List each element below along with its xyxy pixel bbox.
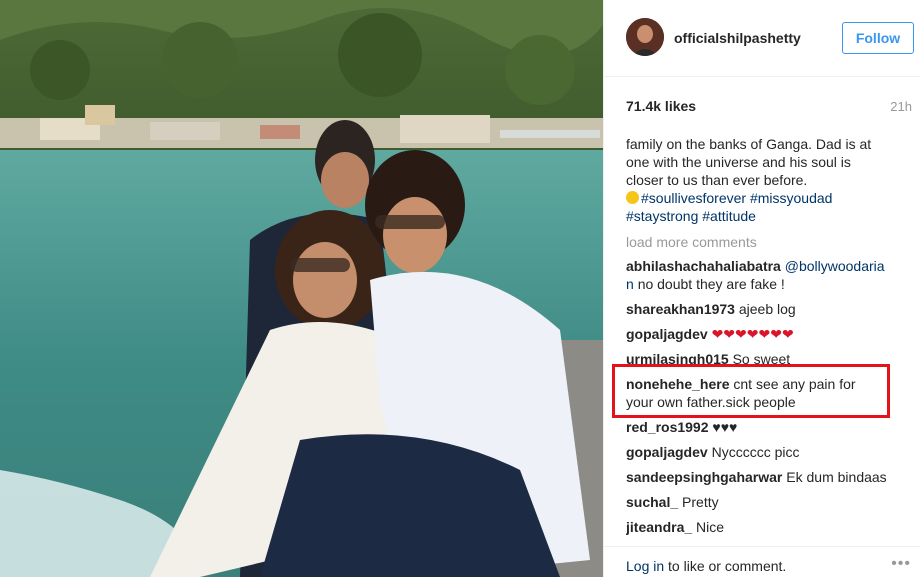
caption-hashtags: #soullivesforever #missyoudad [626, 189, 901, 207]
comment-item: jiteandra_ Nice [626, 518, 911, 536]
post-footer: Log in to like or comment. ••• [604, 546, 920, 577]
comment-username[interactable]: sandeepsinghgaharwar [626, 469, 782, 485]
comment-text: ♥♥♥ [712, 419, 738, 435]
ellipsis-icon[interactable]: ••• [891, 555, 911, 573]
comment-username[interactable]: jiteandra_ [626, 519, 692, 535]
caption: family on the banks of Ganga. Dad is at … [626, 135, 901, 224]
post-photo [0, 0, 603, 577]
login-prompt-text: to like or comment. [664, 558, 787, 574]
caption-line: one with the universe and his soul is [626, 154, 851, 170]
follow-button[interactable]: Follow [842, 22, 914, 54]
comment-item: suchal_ Pretty [626, 493, 911, 511]
avatar[interactable] [626, 18, 664, 56]
smiley-emoji-icon [626, 191, 639, 204]
comments-list[interactable]: family on the banks of Ganga. Dad is at … [626, 114, 911, 544]
mention-link[interactable]: @bollywoodaria [785, 258, 885, 274]
comment-username[interactable]: gopaljagdev [626, 444, 708, 460]
hashtag-link[interactable]: #staystrong #attitude [626, 207, 901, 224]
comment-text: no doubt they are fake ! [637, 276, 785, 292]
comment-text: ❤❤❤❤❤❤❤ [711, 326, 794, 342]
login-link[interactable]: Log in [626, 558, 664, 574]
login-prompt: Log in to like or comment. [626, 558, 786, 574]
caption-line: family on the banks of Ganga. Dad is at [626, 136, 872, 152]
post-header: officialshilpashetty Follow [604, 0, 920, 77]
comment-text: Nice [696, 519, 725, 535]
comment-username[interactable]: red_ros1992 [626, 419, 709, 435]
comment-text: Pretty [682, 494, 719, 510]
comment-item: shareakhan1973 ajeeb log [626, 300, 911, 318]
post-time: 21h [890, 99, 912, 114]
comment-username[interactable]: shareakhan1973 [626, 301, 735, 317]
comment-item: sandeepsinghgaharwar Ek dum bindaas [626, 468, 911, 486]
comment-username[interactable]: suchal_ [626, 494, 678, 510]
caption-area: family on the banks of Ganga. Dad is at … [626, 114, 911, 224]
mention-link[interactable]: n [626, 276, 634, 292]
hashtag-link[interactable]: #soullivesforever #missyoudad [641, 190, 832, 206]
comment-text: ajeeb log [738, 301, 796, 317]
comment-username[interactable]: gopaljagdev [626, 326, 708, 342]
post-side-panel: officialshilpashetty Follow 71.4k likes … [603, 0, 920, 577]
comment-text: Nycccccc picc [711, 444, 800, 460]
caption-line: closer to us than ever before. [626, 172, 808, 188]
likes-count[interactable]: 71.4k likes [626, 98, 696, 114]
comment-text: Ek dum bindaas [786, 469, 887, 485]
comment-item: gopaljagdev ❤❤❤❤❤❤❤ [626, 325, 911, 343]
comment-item: red_ros1992 ♥♥♥ [626, 418, 911, 436]
comment-username[interactable]: abhilashachahaliabatra [626, 258, 781, 274]
username[interactable]: officialshilpashetty [674, 30, 801, 46]
comment-item: gopaljagdev Nycccccc picc [626, 443, 911, 461]
comment-item: abhilashachahaliabatra @bollywoodaria n … [626, 257, 911, 293]
load-more-comments-link[interactable]: load more comments [626, 233, 757, 251]
highlight-annotation-box [612, 364, 890, 418]
